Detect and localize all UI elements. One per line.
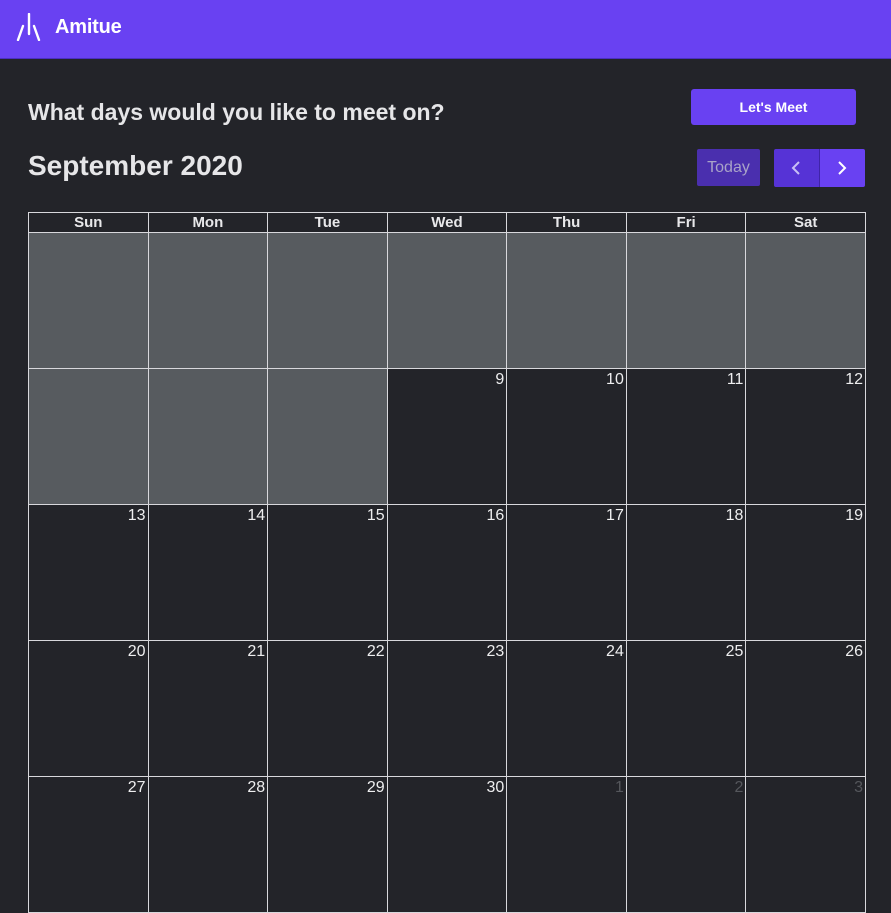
chevron-left-icon — [791, 161, 800, 175]
day-number: 29 — [366, 779, 385, 796]
day-number: 20 — [127, 643, 146, 660]
day-number: 18 — [725, 507, 744, 524]
month-navigation — [774, 149, 865, 187]
calendar-day-cell[interactable]: 12 — [746, 369, 866, 505]
calendar-day-cell[interactable]: 2 — [626, 777, 747, 913]
amitue-logo-icon[interactable] — [15, 13, 43, 41]
month-calendar: Sun Mon Tue Wed Thu Fri Sat 9 10 11 12 13 14 1… — [28, 212, 866, 913]
month-title: September 2020 — [28, 150, 243, 181]
day-number: 13 — [127, 507, 146, 524]
day-number: 2 — [734, 779, 744, 796]
lets-meet-button[interactable]: Let's Meet — [691, 89, 856, 125]
day-number: 21 — [247, 643, 266, 660]
weekday-sat: Sat — [746, 213, 866, 233]
page-question: What days would you like to meet on? — [28, 99, 445, 125]
calendar-day-cell[interactable]: 22 — [268, 641, 388, 777]
day-number: 1 — [614, 779, 624, 796]
calendar-day-cell[interactable]: 13 — [29, 505, 149, 641]
calendar-day-cell[interactable]: 17 — [507, 505, 627, 641]
calendar-day-cell — [387, 233, 508, 369]
next-month-button[interactable] — [819, 149, 865, 187]
prev-month-button[interactable] — [774, 149, 820, 187]
day-number: 14 — [247, 507, 266, 524]
weekday-tue: Tue — [268, 213, 388, 233]
day-number: 3 — [854, 779, 863, 796]
calendar-day-cell[interactable]: 27 — [29, 777, 149, 913]
day-number: 15 — [366, 507, 385, 524]
weekday-mon: Mon — [148, 213, 269, 233]
day-number: 28 — [247, 779, 266, 796]
calendar-day-cell[interactable]: 1 — [507, 777, 627, 913]
calendar-day-cell[interactable]: 10 — [507, 369, 627, 505]
calendar-day-cell[interactable]: 21 — [148, 641, 269, 777]
calendar-day-cell — [626, 233, 747, 369]
calendar-day-cell[interactable]: 9 — [387, 369, 508, 505]
weekday-fri: Fri — [626, 213, 747, 233]
day-number: 19 — [845, 507, 863, 524]
calendar-day-cell[interactable]: 25 — [626, 641, 747, 777]
calendar-day-cell — [29, 369, 149, 505]
weekday-header: Sun Mon Tue Wed Thu Fri Sat — [28, 212, 866, 233]
calendar-day-cell[interactable]: 26 — [746, 641, 866, 777]
weekday-thu: Thu — [507, 213, 627, 233]
calendar-grid: 9 10 11 12 13 14 15 16 17 18 19 20 21 22 23 24 25 26 27 28 2… — [28, 233, 866, 913]
calendar-day-cell — [268, 369, 388, 505]
day-number: 22 — [366, 643, 385, 660]
weekday-sun: Sun — [29, 213, 149, 233]
calendar-day-cell[interactable]: 15 — [268, 505, 388, 641]
day-number: 24 — [606, 643, 624, 660]
calendar-day-cell[interactable]: 3 — [746, 777, 866, 913]
app-title[interactable]: Amitue — [55, 16, 122, 39]
day-number: 25 — [725, 643, 744, 660]
day-number: 16 — [486, 507, 505, 524]
day-number: 17 — [606, 507, 624, 524]
top-app-bar: Amitue — [0, 0, 891, 59]
calendar-day-cell[interactable]: 29 — [268, 777, 388, 913]
calendar-day-cell — [507, 233, 627, 369]
calendar-day-cell[interactable]: 19 — [746, 505, 866, 641]
calendar-day-cell — [746, 233, 866, 369]
day-number: 26 — [845, 643, 863, 660]
calendar-day-cell[interactable]: 28 — [148, 777, 269, 913]
weekday-wed: Wed — [387, 213, 508, 233]
calendar-day-cell[interactable]: 30 — [387, 777, 508, 913]
calendar-day-cell — [268, 233, 388, 369]
calendar-day-cell — [148, 369, 269, 505]
calendar-day-cell — [148, 233, 269, 369]
calendar-day-cell[interactable]: 16 — [387, 505, 508, 641]
calendar-day-cell[interactable]: 24 — [507, 641, 627, 777]
day-number: 9 — [495, 371, 505, 388]
today-button[interactable]: Today — [697, 149, 760, 186]
calendar-day-cell[interactable]: 20 — [29, 641, 149, 777]
calendar-day-cell — [29, 233, 149, 369]
day-number: 30 — [486, 779, 505, 796]
day-number: 23 — [486, 643, 505, 660]
calendar-day-cell[interactable]: 18 — [626, 505, 747, 641]
calendar-day-cell[interactable]: 11 — [626, 369, 747, 505]
day-number: 11 — [726, 371, 744, 388]
day-number: 10 — [606, 371, 624, 388]
day-number: 27 — [127, 779, 146, 796]
calendar-day-cell[interactable]: 14 — [148, 505, 269, 641]
chevron-right-icon — [838, 161, 847, 175]
day-number: 12 — [845, 371, 863, 388]
calendar-day-cell[interactable]: 23 — [387, 641, 508, 777]
